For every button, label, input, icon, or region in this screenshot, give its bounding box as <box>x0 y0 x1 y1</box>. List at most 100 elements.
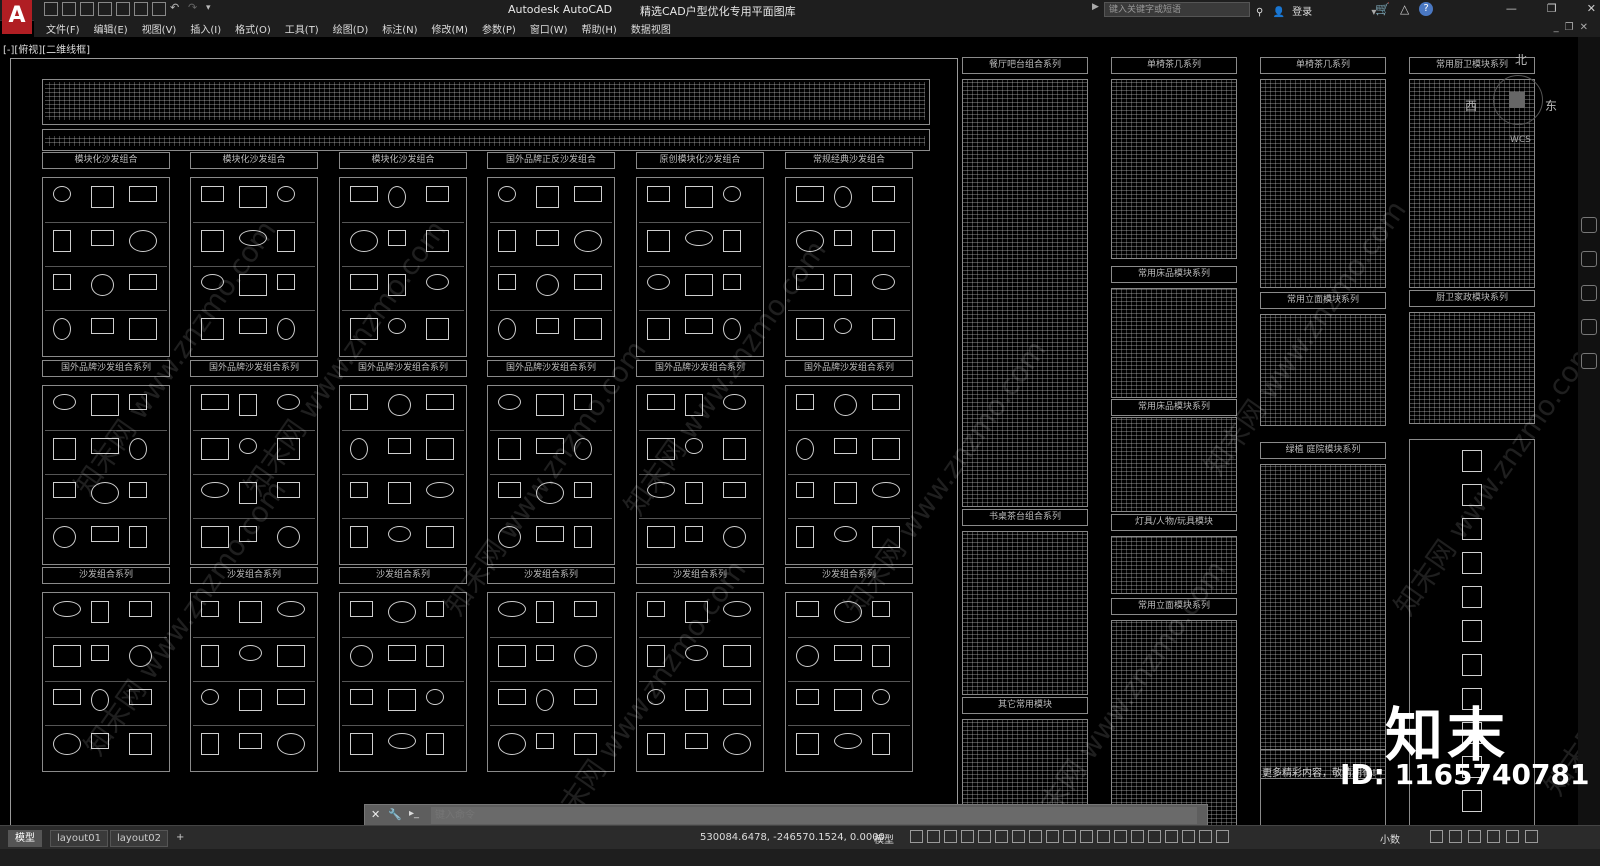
save-as-icon[interactable] <box>98 2 112 16</box>
sofa-symbol <box>388 733 416 749</box>
iso-toggle-icon[interactable] <box>995 830 1008 843</box>
plot-icon[interactable] <box>152 2 166 16</box>
auto-scale-toggle-icon[interactable] <box>1182 830 1195 843</box>
ortho-toggle-icon[interactable] <box>961 830 974 843</box>
save-icon[interactable] <box>80 2 94 16</box>
viewport-controls[interactable]: [-][俯视][二维线框] <box>3 41 90 56</box>
sofa-block-panel <box>339 592 467 772</box>
annotation-visibility-toggle-icon[interactable] <box>1165 830 1178 843</box>
sign-in[interactable]: ⚲ 👤 登录 ▾ <box>1256 3 1376 18</box>
new-file-icon[interactable] <box>44 2 58 16</box>
save-web-icon[interactable] <box>134 2 148 16</box>
menu-item-12[interactable]: 数据视图 <box>631 21 671 36</box>
grid-toggle-icon[interactable] <box>910 830 923 843</box>
filter-toggle-icon[interactable] <box>1131 830 1144 843</box>
lock-ui-icon[interactable] <box>1449 830 1462 843</box>
menu-item-5[interactable]: 工具(T) <box>285 21 319 36</box>
cart-icon[interactable]: 🛒 <box>1375 2 1390 16</box>
annotation-scale-toggle-icon[interactable] <box>1199 830 1212 843</box>
menu-item-3[interactable]: 插入(I) <box>190 21 221 36</box>
compass-west[interactable]: 西 <box>1465 97 1477 114</box>
drawing-canvas[interactable]: [-][俯视][二维线框] 模块化沙发组合 模块化沙发组合 模块化沙发组合 国外品牌正… <box>0 37 1600 836</box>
add-layout-button[interactable]: + <box>170 830 190 845</box>
menu-item-1[interactable]: 编辑(E) <box>94 21 128 36</box>
viewcube-top[interactable] <box>1509 92 1525 108</box>
osnap-track-toggle-icon[interactable] <box>1012 830 1025 843</box>
menu-item-8[interactable]: 修改(M) <box>432 21 468 36</box>
selection-cycle-toggle-icon[interactable] <box>1080 830 1093 843</box>
close-icon[interactable]: ✕ <box>1587 2 1596 15</box>
menu-item-4[interactable]: 格式(O) <box>235 21 271 36</box>
restore-icon[interactable]: ❐ <box>1547 2 1557 15</box>
clean-screen-icon[interactable] <box>1506 830 1519 843</box>
compass-north[interactable]: 北 <box>1515 51 1527 68</box>
menu-item-6[interactable]: 绘图(D) <box>333 21 369 36</box>
menu-item-10[interactable]: 窗口(W) <box>530 21 568 36</box>
sofa-symbol <box>277 689 305 705</box>
lineweight-toggle-icon[interactable] <box>1046 830 1059 843</box>
open-file-icon[interactable] <box>62 2 76 16</box>
sofa-block-panel <box>42 177 170 357</box>
menu-item-9[interactable]: 参数(P) <box>482 21 516 36</box>
quick-properties-icon[interactable] <box>1430 830 1443 843</box>
sofa-symbol <box>536 645 554 661</box>
hardware-accel-icon[interactable] <box>1487 830 1500 843</box>
open-web-icon[interactable] <box>116 2 130 16</box>
login-label[interactable]: 登录 <box>1292 7 1312 18</box>
polar-toggle-icon[interactable] <box>978 830 991 843</box>
snap-toggle-icon[interactable] <box>927 830 940 843</box>
undo-icon[interactable]: ↶ <box>170 2 184 16</box>
wcs-menu[interactable]: WCS <box>1510 135 1531 145</box>
panel-divider <box>788 681 910 682</box>
redo-icon[interactable]: ↷ <box>188 2 202 16</box>
menu-item-7[interactable]: 标注(N) <box>382 21 417 36</box>
orbit-icon[interactable] <box>1581 319 1597 335</box>
model-space-toggle[interactable]: 模型 <box>874 831 894 846</box>
gizmo-toggle-icon[interactable] <box>1148 830 1161 843</box>
menu-item-0[interactable]: 文件(F) <box>46 21 80 36</box>
sofa-symbol <box>53 230 71 252</box>
tab-layout01[interactable]: layout01 <box>50 830 108 847</box>
help-icon[interactable]: ? <box>1419 2 1434 16</box>
sofa-symbol <box>796 186 824 202</box>
isolate-objects-icon[interactable] <box>1468 830 1481 843</box>
osnap-toggle-icon[interactable] <box>1029 830 1042 843</box>
command-prompt-icon[interactable]: ▸_ <box>409 808 419 819</box>
command-line-controls[interactable]: ✕🔧 <box>371 808 410 821</box>
showmotion-icon[interactable] <box>1581 353 1597 369</box>
minimize-icon[interactable]: — <box>1506 2 1517 15</box>
sofa-symbol <box>498 438 521 460</box>
binoculars-icon[interactable]: ⚲ <box>1256 7 1263 18</box>
autocad-logo[interactable]: A <box>2 0 32 34</box>
sofa-block-panel <box>487 177 615 357</box>
full-nav-wheel-icon[interactable] <box>1581 217 1597 233</box>
doc-window-controls[interactable]: _❐✕ <box>1554 22 1594 33</box>
customize-icon[interactable] <box>1525 830 1538 843</box>
sofa-symbol <box>350 186 378 202</box>
sofa-symbol <box>685 482 703 504</box>
transparency-toggle-icon[interactable] <box>1063 830 1076 843</box>
pan-icon[interactable] <box>1581 251 1597 267</box>
help-search-input[interactable]: 键入关键字或短语 <box>1104 2 1250 17</box>
sofa-symbol <box>872 645 890 667</box>
compass-east[interactable]: 东 <box>1545 97 1557 114</box>
units-select[interactable]: 小数 <box>1380 831 1400 846</box>
sofa-symbol <box>53 601 81 617</box>
tab-model[interactable]: 模型 <box>8 830 42 847</box>
menu-item-11[interactable]: 帮助(H) <box>582 21 617 36</box>
command-input[interactable] <box>431 807 1197 824</box>
tab-layout02[interactable]: layout02 <box>110 830 168 847</box>
menu-item-2[interactable]: 视图(V) <box>142 21 177 36</box>
infer-toggle-icon[interactable] <box>944 830 957 843</box>
search-expand-icon[interactable]: ▶ <box>1092 2 1099 12</box>
customize-qat-icon[interactable]: ▾ <box>206 2 220 16</box>
sofa-symbol <box>872 318 895 340</box>
workspace-toggle-icon[interactable] <box>1216 830 1229 843</box>
panel-divider <box>45 222 167 223</box>
sofa-symbol <box>498 394 521 410</box>
dynamic-ucs-toggle-icon[interactable] <box>1114 830 1127 843</box>
sofa-symbol <box>91 186 114 208</box>
a360-icon[interactable]: △ <box>1400 2 1409 16</box>
3d-osnap-toggle-icon[interactable] <box>1097 830 1110 843</box>
zoom-icon[interactable] <box>1581 285 1597 301</box>
